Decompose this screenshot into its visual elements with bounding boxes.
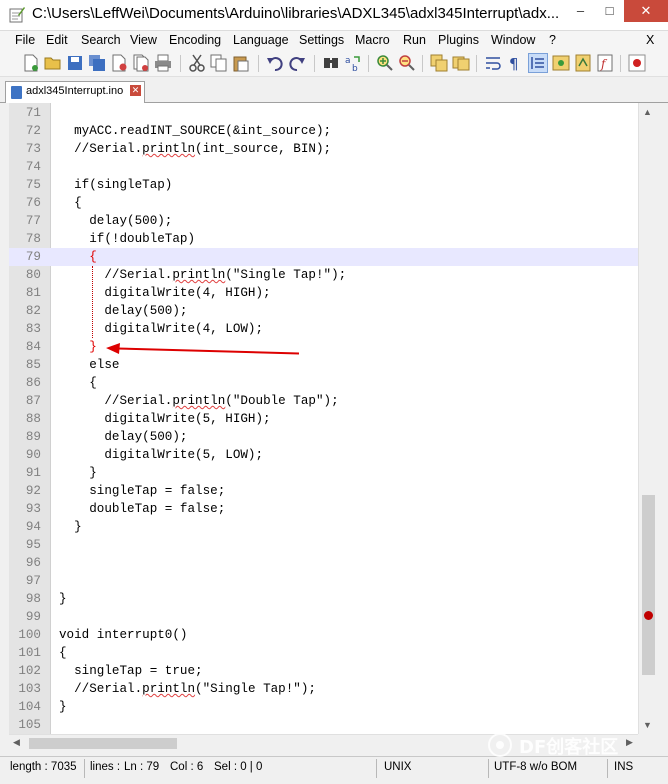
status-eol: UNIX (384, 761, 412, 773)
saved-file-icon (11, 86, 22, 99)
toolbar-separator (422, 55, 423, 72)
open-file-icon[interactable] (44, 54, 62, 72)
maximize-button[interactable]: □ (595, 0, 624, 22)
menu-view[interactable]: View (130, 33, 157, 47)
function-list-icon[interactable]: f (596, 54, 614, 72)
menu-plugins[interactable]: Plugins (438, 33, 479, 47)
menu-macro[interactable]: Macro (355, 33, 390, 47)
print-icon[interactable] (154, 54, 172, 72)
cut-icon[interactable] (188, 54, 206, 72)
watermark-text: DF创客社区 (519, 737, 619, 758)
tab-close-icon[interactable]: ✕ (130, 85, 141, 96)
svg-text:b: b (352, 64, 358, 72)
tab-bar: adxl345Interrupt.ino ✕ (0, 77, 668, 103)
title-bar: C:\Users\LeffWei\Documents\Arduino\libra… (0, 0, 668, 31)
scroll-up-icon[interactable]: ▲ (643, 107, 652, 117)
show-all-characters-icon[interactable]: ¶ (506, 54, 524, 72)
status-separator (488, 759, 489, 778)
toolbar-separator (476, 55, 477, 72)
vertical-scrollbar[interactable]: ▲ ▼ (638, 103, 658, 734)
status-sel: Sel : 0 | 0 (214, 761, 263, 773)
zoom-out-icon[interactable] (398, 54, 416, 72)
window-title: C:\Users\LeffWei\Documents\Arduino\libra… (32, 5, 560, 22)
close-button[interactable]: ✕ (624, 0, 668, 22)
notepad-icon (9, 7, 25, 23)
toolbar: ab ¶ f (0, 51, 668, 77)
new-file-icon[interactable] (22, 54, 40, 72)
minimize-button[interactable]: – (566, 0, 595, 22)
zoom-in-icon[interactable] (376, 54, 394, 72)
close-file-icon[interactable] (110, 54, 128, 72)
status-ln: Ln : 79 (124, 761, 160, 773)
sync-horizontal-icon[interactable] (452, 54, 470, 72)
status-length: length : 7035 (10, 761, 77, 773)
close-all-icon[interactable] (132, 54, 150, 72)
record-macro-icon[interactable] (628, 54, 646, 72)
status-col: Col : 6 (170, 761, 204, 773)
menu-bar: File Edit Search View Encoding Language … (0, 31, 668, 51)
close-document-button[interactable]: X (646, 33, 654, 47)
menu-search[interactable]: Search (81, 33, 121, 47)
save-icon[interactable] (66, 54, 84, 72)
menu-file[interactable]: File (15, 33, 35, 47)
svg-text:a: a (345, 56, 351, 66)
menu-encoding[interactable]: Encoding (169, 33, 221, 47)
doc-map-icon[interactable] (574, 54, 592, 72)
user-language-icon[interactable] (552, 54, 570, 72)
menu-run[interactable]: Run (403, 33, 426, 47)
scroll-down-icon[interactable]: ▼ (643, 720, 652, 730)
watermark-logo-icon (488, 733, 512, 757)
menu-help[interactable]: ? (549, 33, 556, 47)
scroll-left-icon[interactable]: ◀ (13, 737, 20, 748)
word-wrap-icon[interactable] (484, 54, 502, 72)
toolbar-separator (368, 55, 369, 72)
code-editor[interactable]: 71 72 myACC.readINT_SOURCE(&int_source); 7… (9, 103, 638, 734)
menu-settings[interactable]: Settings (299, 33, 344, 47)
find-icon[interactable] (322, 54, 340, 72)
toolbar-separator (180, 55, 181, 72)
status-lines: lines : (90, 761, 121, 773)
indent-guide-icon[interactable] (528, 53, 548, 73)
horizontal-scroll-thumb[interactable] (29, 738, 177, 749)
save-all-icon[interactable] (88, 54, 106, 72)
status-encoding: UTF-8 w/o BOM (494, 761, 578, 773)
toolbar-separator (314, 55, 315, 72)
watermark: DF创客社区 (487, 730, 667, 760)
tab-label: adxl345Interrupt.ino (26, 85, 124, 97)
redo-icon[interactable] (288, 54, 306, 72)
svg-text:¶: ¶ (509, 55, 519, 72)
tab-adxl345interrupt[interactable]: adxl345Interrupt.ino ✕ (5, 81, 145, 103)
paste-icon[interactable] (232, 54, 250, 72)
vertical-scroll-thumb[interactable] (642, 495, 655, 675)
toolbar-separator (258, 55, 259, 72)
replace-icon[interactable]: ab (344, 54, 362, 72)
menu-window[interactable]: Window (491, 33, 535, 47)
undo-icon[interactable] (266, 54, 284, 72)
status-bar: length : 7035 lines : Ln : 79 Col : 6 Se… (0, 756, 668, 784)
status-separator (607, 759, 608, 778)
status-insert-mode: INS (614, 761, 634, 773)
annotation-arrow (106, 343, 300, 355)
bookmark-marker (644, 611, 653, 620)
copy-icon[interactable] (210, 54, 228, 72)
menu-edit[interactable]: Edit (46, 33, 68, 47)
toolbar-separator (620, 55, 621, 72)
status-separator (84, 759, 85, 778)
status-separator (376, 759, 377, 778)
sync-vertical-icon[interactable] (430, 54, 448, 72)
menu-language[interactable]: Language (233, 33, 289, 47)
